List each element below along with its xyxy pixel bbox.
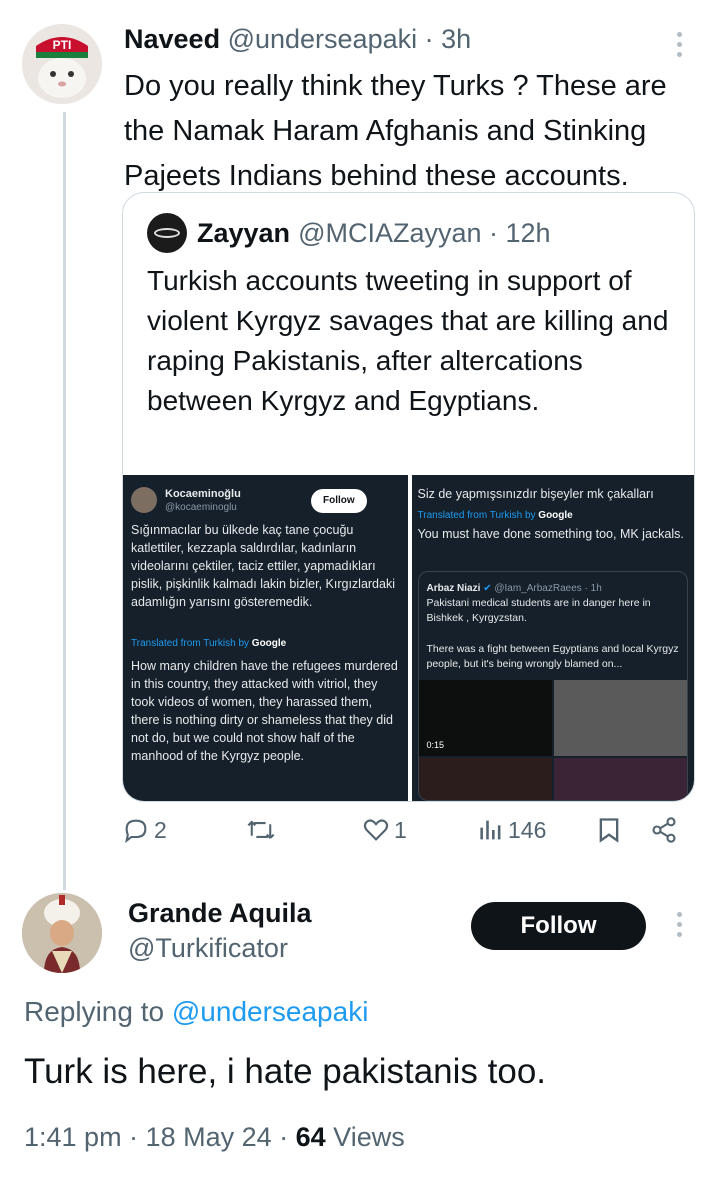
avatar [131, 487, 157, 513]
share-button[interactable] [650, 816, 678, 844]
google-label: Google [251, 638, 287, 649]
inner-media: 0:15 [418, 680, 687, 800]
quote-text: Turkish accounts tweeting in support of … [147, 265, 669, 416]
inner-text-2: There was a fight between Egyptians and … [426, 643, 679, 670]
reply-author-name[interactable]: Grande Aquila [128, 898, 312, 929]
retweet-icon [247, 820, 275, 839]
timestamp: 1:41 pm · 18 May 24 · 64 Views [24, 1122, 405, 1153]
avatar[interactable]: PTI [22, 24, 102, 104]
more-options-icon[interactable] [674, 32, 684, 62]
cat-avatar-icon: PTI [22, 24, 102, 104]
heart-icon [363, 819, 389, 841]
author-meta: @underseapaki · 3h [227, 24, 472, 54]
replying-to: Replying to @underseapaki [24, 996, 368, 1028]
views-button[interactable]: 146 [478, 816, 546, 844]
cap-badge-text: PTI [53, 38, 72, 52]
retweet-button[interactable] [246, 816, 280, 844]
reply-count: 2 [154, 816, 167, 843]
photo-thumbnail [553, 680, 687, 756]
quote-author-meta: @MCIAZayyan · 12h [298, 217, 551, 248]
quote-avatar [147, 213, 187, 253]
shot-original-text: Sığınmacılar bu ülkede kaç tane çocuğu k… [131, 523, 395, 609]
bookmark-icon [599, 818, 619, 843]
views-label: Views [325, 1122, 405, 1152]
emblem-icon [154, 228, 180, 238]
more-options-icon[interactable] [674, 912, 684, 942]
photo-thumbnail [553, 758, 687, 800]
reply-button[interactable]: 2 [122, 816, 167, 844]
shot-original-text: Siz de yapmışsınızdır bişeyler mk çakall… [417, 487, 654, 501]
video-duration: 0:15 [426, 740, 445, 750]
follow-button[interactable]: Follow [471, 902, 646, 950]
inner-text-1: Pakistani medical students are in danger… [426, 597, 651, 624]
quote-media[interactable]: Kocaeminoğlu @kocaeminoglu Follow Sığınm… [123, 475, 694, 801]
google-label: Google [538, 510, 573, 521]
tweet-header: Naveed @underseapaki · 3h [124, 24, 471, 55]
reply-author-handle[interactable]: @Turkificator [128, 933, 288, 964]
bookmark-button[interactable] [596, 816, 622, 844]
reply-icon [125, 819, 147, 843]
quote-header: Zayyan @MCIAZayyan · 12h [147, 213, 551, 253]
inner-author-meta: @Iam_ArbazRaees · 1h [494, 583, 602, 594]
like-count: 1 [394, 816, 407, 843]
shot-translation: How many children have the refugees murd… [131, 659, 398, 763]
reply-text: Turk is here, i hate pakistanis too. [24, 1052, 547, 1091]
translated-label: Translated from Turkish by Google [131, 638, 287, 649]
video-thumbnail: 0:15 [418, 680, 552, 756]
shot-follow-button: Follow [311, 489, 367, 513]
time-date: 1:41 pm · 18 May 24 · [24, 1122, 296, 1152]
share-icon [652, 817, 676, 843]
views-chart-icon [480, 820, 501, 840]
views-number: 64 [295, 1122, 326, 1152]
screenshot-left[interactable]: Kocaeminoğlu @kocaeminoglu Follow Sığınm… [123, 475, 408, 801]
shot-translation: You must have done something too, MK jac… [417, 527, 684, 541]
tweet-text: Do you really think they Turks ? These a… [124, 70, 667, 192]
thread-connector-line [63, 112, 66, 890]
quote-tweet-card[interactable]: Zayyan @MCIAZayyan · 12h Turkish account… [122, 192, 695, 802]
avatar[interactable] [22, 893, 102, 973]
shot-author-handle: @kocaeminoglu [165, 502, 237, 513]
verified-icon: ✔ [483, 583, 492, 594]
sultan-portrait-avatar-icon [22, 893, 102, 973]
action-bar: 2 1 146 [122, 816, 692, 856]
photo-thumbnail [418, 758, 552, 800]
quote-author-name: Zayyan [197, 217, 291, 248]
like-button[interactable]: 1 [362, 816, 407, 844]
inner-author-name: Arbaz Niazi [426, 583, 481, 594]
views-count: 146 [508, 816, 547, 843]
mention-link[interactable]: @underseapaki [172, 996, 369, 1027]
screenshot-right[interactable]: Siz de yapmışsınızdır bişeyler mk çakall… [411, 475, 694, 801]
replying-prefix: Replying to [24, 996, 172, 1027]
author-name[interactable]: Naveed [124, 24, 220, 54]
translated-label: Translated from Turkish by Google [417, 510, 573, 521]
inner-quote: Arbaz Niazi ✔ @Iam_ArbazRaees · 1h Pakis… [417, 571, 688, 801]
